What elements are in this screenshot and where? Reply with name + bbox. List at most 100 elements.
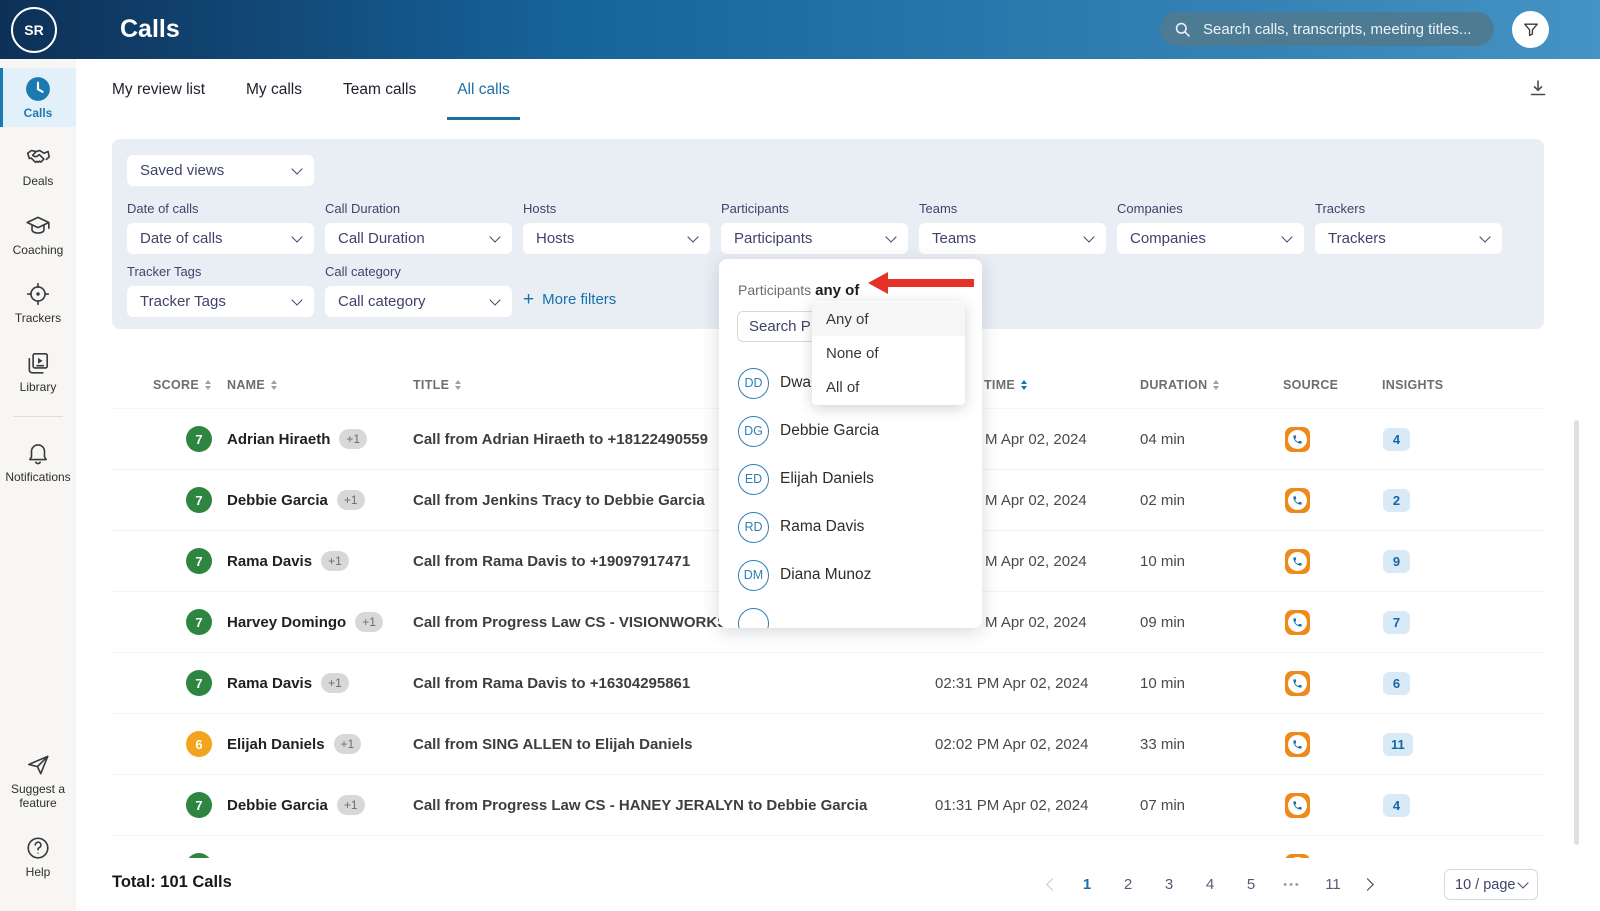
- insights-count[interactable]: 4: [1383, 428, 1410, 451]
- column-header-score[interactable]: SCORE: [112, 378, 227, 392]
- filter-label: Date of calls: [127, 201, 314, 216]
- avatar[interactable]: SR: [11, 7, 57, 53]
- more-filters-label: More filters: [542, 291, 616, 308]
- sidebar-item-coaching[interactable]: Coaching: [0, 205, 76, 264]
- next-page-button[interactable]: [1361, 878, 1374, 891]
- chevron-down-icon: [1479, 231, 1490, 242]
- filter-label: Participants: [721, 201, 908, 216]
- filter-call-duration-select[interactable]: Call Duration: [325, 223, 512, 254]
- filter-companies-select[interactable]: Companies: [1117, 223, 1304, 254]
- participant-avatar: DD: [738, 368, 769, 399]
- prev-page-button[interactable]: [1046, 878, 1059, 891]
- tab-my-review-list[interactable]: My review list: [102, 59, 215, 120]
- participant-option[interactable]: DGDebbie Garcia: [738, 407, 982, 455]
- filter-value: Companies: [1130, 230, 1206, 247]
- filter-teams-select[interactable]: Teams: [919, 223, 1106, 254]
- source-badge: [1285, 610, 1310, 635]
- tab-all-calls[interactable]: All calls: [447, 59, 520, 120]
- participant-option[interactable]: [738, 599, 982, 628]
- participant-option[interactable]: EDElijah Daniels: [738, 455, 982, 503]
- phone-icon: [1288, 735, 1307, 754]
- score-badge: 7: [186, 487, 212, 513]
- source-badge: [1285, 793, 1310, 818]
- filter-hosts-select[interactable]: Hosts: [523, 223, 710, 254]
- insights-count[interactable]: 9: [1383, 550, 1410, 573]
- sidebar-item-label: Suggest a feature: [5, 782, 71, 811]
- extra-participants-badge[interactable]: +1: [321, 551, 349, 571]
- operator-value[interactable]: any of: [815, 282, 859, 299]
- extra-participants-badge[interactable]: +1: [339, 429, 367, 449]
- name-text: Debbie Garcia: [227, 492, 328, 509]
- library-icon: [25, 350, 51, 376]
- filter-label: Tracker Tags: [127, 264, 314, 279]
- sort-icon[interactable]: [1213, 380, 1219, 390]
- sidebar-item-library[interactable]: Library: [0, 342, 76, 401]
- page-button-4[interactable]: 4: [1199, 876, 1221, 893]
- filter-participants-select[interactable]: Participants: [721, 223, 908, 254]
- page-button-1[interactable]: 1: [1076, 876, 1098, 893]
- call-duration: 33 min: [1140, 736, 1283, 753]
- table-row[interactable]: 7Debbie Garcia+1Call from Progress Law C…: [112, 775, 1544, 836]
- sort-icon[interactable]: [1021, 380, 1027, 390]
- filter-label: Call category: [325, 264, 512, 279]
- pagination-ellipsis: •••: [1281, 879, 1303, 891]
- sidebar-item-suggest-a-feature[interactable]: Suggest a feature: [0, 744, 76, 818]
- insights-count[interactable]: 4: [1383, 794, 1410, 817]
- tab-my-calls[interactable]: My calls: [236, 59, 312, 120]
- table-row[interactable]: 6Elijah Daniels+1Call from SING ALLEN to…: [112, 714, 1544, 775]
- vertical-scrollbar[interactable]: [1574, 420, 1579, 845]
- sidebar-item-trackers[interactable]: Trackers: [0, 273, 76, 332]
- filter-trackers-select[interactable]: Trackers: [1315, 223, 1502, 254]
- operator-option-none-of[interactable]: None of: [812, 336, 965, 370]
- filter-date-of-calls-select[interactable]: Date of calls: [127, 223, 314, 254]
- page-size-select[interactable]: 10 / page: [1444, 869, 1538, 900]
- sort-icon[interactable]: [205, 380, 211, 390]
- tab-team-calls[interactable]: Team calls: [333, 59, 426, 120]
- participant-name: Diana Munoz: [780, 566, 871, 584]
- page-button-2[interactable]: 2: [1117, 876, 1139, 893]
- sidebar-item-notifications[interactable]: Notifications: [0, 432, 76, 491]
- chevron-down-icon: [1517, 877, 1528, 888]
- filter-companies: CompaniesCompanies: [1117, 201, 1304, 254]
- extra-participants-badge[interactable]: +1: [337, 795, 365, 815]
- operator-option-any-of[interactable]: Any of: [812, 302, 965, 336]
- sidebar-item-calls[interactable]: Calls: [0, 68, 76, 127]
- table-row[interactable]: 7Rama Davis+1Call from Rama Davis to +16…: [112, 653, 1544, 714]
- column-header-duration[interactable]: DURATION: [1140, 378, 1283, 392]
- participant-option[interactable]: DMDiana Munoz: [738, 551, 982, 599]
- filter-value: Participants: [734, 230, 812, 247]
- search-input[interactable]: [1201, 20, 1481, 39]
- insights-count[interactable]: 2: [1383, 489, 1410, 512]
- phone-icon: [1288, 674, 1307, 693]
- page-button-5[interactable]: 5: [1240, 876, 1262, 893]
- operator-option-all-of[interactable]: All of: [812, 370, 965, 404]
- more-filters-link[interactable]: +More filters: [523, 284, 710, 315]
- insights-count[interactable]: 6: [1383, 672, 1410, 695]
- filter-tracker-tags-select[interactable]: Tracker Tags: [127, 286, 314, 317]
- extra-participants-badge[interactable]: +1: [337, 490, 365, 510]
- filter-call-duration: Call DurationCall Duration: [325, 201, 512, 254]
- column-label: SCORE: [153, 378, 199, 392]
- sidebar-item-deals[interactable]: Deals: [0, 136, 76, 195]
- insights-count[interactable]: 7: [1383, 611, 1410, 634]
- call-duration: 07 min: [1140, 797, 1283, 814]
- global-search[interactable]: [1160, 12, 1494, 46]
- download-button[interactable]: [1526, 77, 1552, 103]
- sort-icon[interactable]: [271, 380, 277, 390]
- extra-participants-badge[interactable]: +1: [321, 673, 349, 693]
- extra-participants-badge[interactable]: +1: [334, 734, 362, 754]
- filter-call-category-select[interactable]: Call category: [325, 286, 512, 317]
- tabs-bar: My review list My calls Team calls All call…: [76, 59, 1600, 120]
- page-button-11[interactable]: 11: [1322, 876, 1344, 893]
- participant-option[interactable]: RDRama Davis: [738, 503, 982, 551]
- phone-icon: [1288, 552, 1307, 571]
- sidebar-item-help[interactable]: Help: [0, 827, 76, 886]
- sort-icon[interactable]: [455, 380, 461, 390]
- search-filter-button[interactable]: [1512, 11, 1549, 48]
- filter-tracker-tags: Tracker Tags Tracker Tags: [127, 264, 314, 317]
- page-button-3[interactable]: 3: [1158, 876, 1180, 893]
- insights-count[interactable]: 11: [1383, 733, 1413, 756]
- extra-participants-badge[interactable]: +1: [355, 612, 383, 632]
- column-header-name[interactable]: NAME: [227, 378, 413, 392]
- saved-views-select[interactable]: Saved views: [127, 155, 314, 186]
